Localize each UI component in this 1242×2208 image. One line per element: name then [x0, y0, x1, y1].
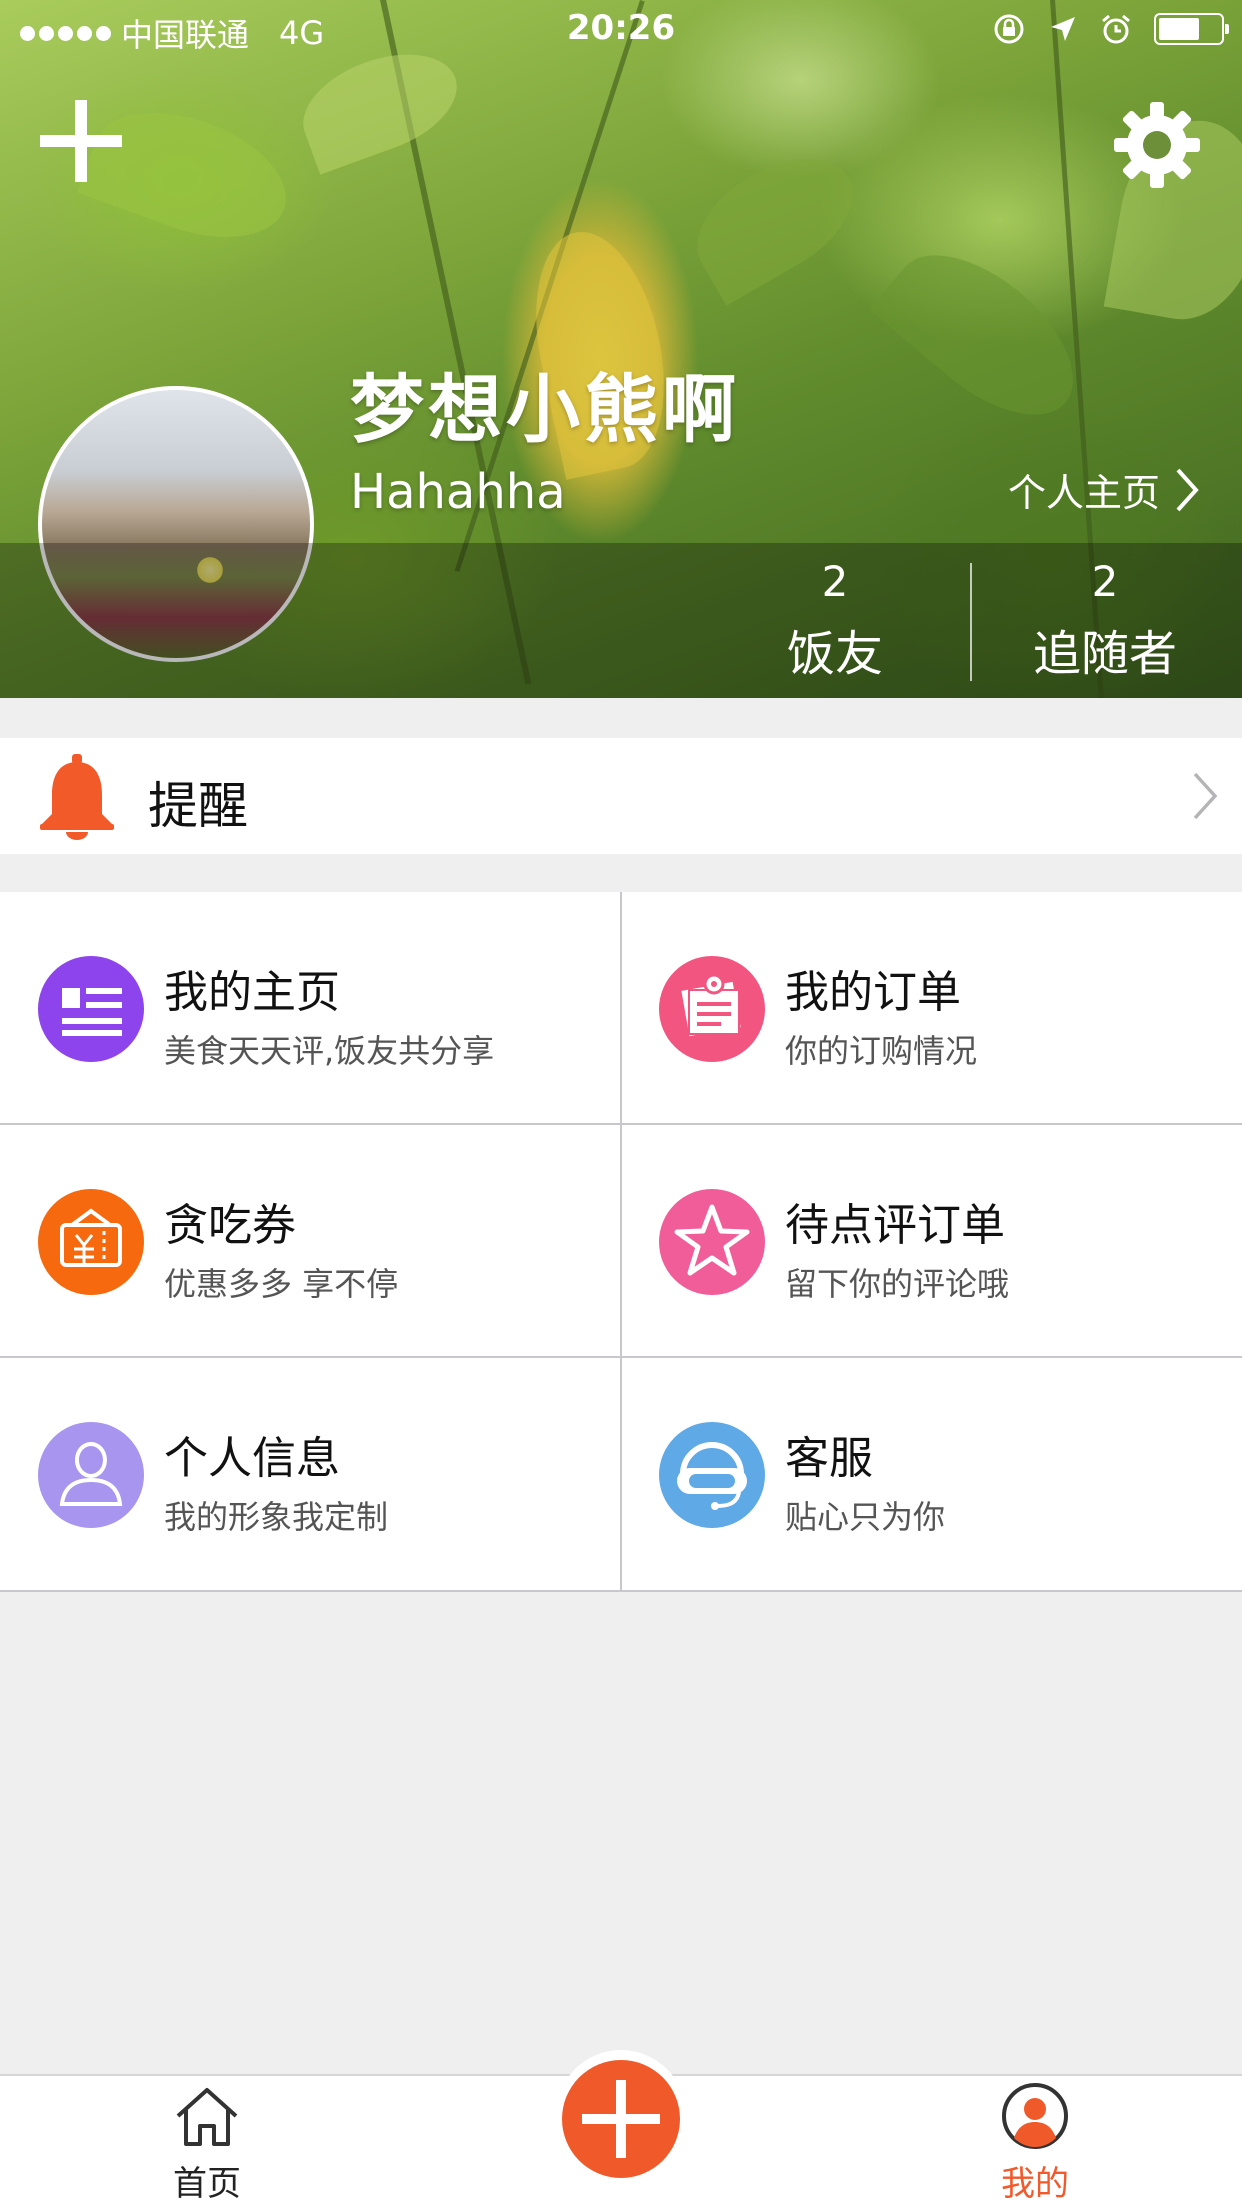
alarm-icon [1102, 14, 1130, 44]
menu-title: 待点评订单 [785, 1200, 1005, 1251]
personal-homepage-label: 个人主页 [1007, 471, 1160, 515]
personal-homepage-link[interactable]: 个人主页 [1008, 462, 1202, 517]
menu-coupons[interactable]: 贪吃券 优惠多多 享不停 [0, 1125, 621, 1358]
menu-title: 我的主页 [164, 967, 340, 1018]
background-leaf [676, 134, 874, 306]
menu-subtitle: 贴心只为你 [785, 1498, 946, 1536]
headset-icon [659, 1422, 765, 1528]
menu-my-orders[interactable]: 我的订单 你的订购情况 [621, 892, 1242, 1125]
followers-stat[interactable]: 2 追随者 [970, 557, 1240, 684]
post-button[interactable] [556, 2050, 686, 2180]
background-leaf [869, 225, 1101, 445]
coupon-icon [38, 1189, 144, 1295]
tab-mine-label: 我的 [1001, 2164, 1069, 2204]
rotation-lock-icon [994, 14, 1024, 44]
menu-pending-reviews[interactable]: 待点评订单 留下你的评论哦 [621, 1125, 1242, 1358]
plus-icon [582, 2080, 660, 2158]
menu-title: 客服 [785, 1433, 873, 1484]
menu-customer-service[interactable]: 客服 贴心只为你 [621, 1358, 1242, 1591]
home-icon [176, 2088, 238, 2146]
bell-icon [40, 754, 114, 840]
menu-title: 我的订单 [785, 967, 961, 1018]
chevron-right-icon [1193, 772, 1218, 820]
star-icon [659, 1189, 765, 1295]
add-icon[interactable] [36, 96, 126, 186]
friends-label: 饭友 [786, 626, 883, 682]
menu-subtitle: 留下你的评论哦 [785, 1265, 1010, 1303]
followers-label: 追随者 [1032, 626, 1177, 682]
tab-home[interactable]: 首页 [107, 2082, 307, 2205]
menu-subtitle: 我的形象我定制 [164, 1498, 389, 1536]
menu-subtitle: 优惠多多 享不停 [164, 1265, 399, 1303]
post-button-fill [562, 2060, 680, 2178]
gear-icon[interactable] [1112, 100, 1202, 190]
chevron-right-icon [1176, 468, 1199, 511]
status-bar: 中国联通 4G 20:26 [0, 0, 1242, 60]
reminder-row[interactable]: 提醒 [0, 738, 1242, 854]
location-icon [1051, 17, 1075, 41]
signature: Hahahha [350, 464, 566, 520]
tab-mine[interactable]: 我的 [935, 2082, 1135, 2205]
menu-title: 个人信息 [164, 1433, 340, 1484]
friends-count: 2 [821, 557, 849, 606]
menu-grid: 我的主页 美食天天评,饭友共分享 我的订单 你的订购情况 贪吃券 优惠多多 享不… [0, 892, 1242, 1592]
followers-count: 2 [1091, 557, 1119, 606]
friends-stat[interactable]: 2 饭友 [700, 557, 970, 684]
nickname: 梦想小熊啊 [350, 367, 740, 453]
tab-home-label: 首页 [173, 2164, 241, 2204]
menu-subtitle: 你的订购情况 [785, 1032, 978, 1070]
battery-icon [1154, 13, 1229, 45]
stats-bar: 2 饭友 2 追随者 [0, 543, 1242, 698]
menu-subtitle: 美食天天评,饭友共分享 [164, 1032, 495, 1070]
menu-title: 贪吃券 [164, 1200, 296, 1251]
person-icon [38, 1422, 144, 1528]
user-avatar-icon [1002, 2083, 1068, 2149]
profile-card-icon [38, 956, 144, 1062]
reminder-label: 提醒 [148, 777, 248, 835]
profile-header: 中国联通 4G 20:26 梦想小熊啊 Hahahha 个人主页 2 饭友 2 … [0, 0, 1242, 698]
menu-my-homepage[interactable]: 我的主页 美食天天评,饭友共分享 [0, 892, 621, 1125]
grid-divider [620, 892, 622, 1592]
menu-personal-info[interactable]: 个人信息 我的形象我定制 [0, 1358, 621, 1591]
order-notes-icon [659, 956, 765, 1062]
